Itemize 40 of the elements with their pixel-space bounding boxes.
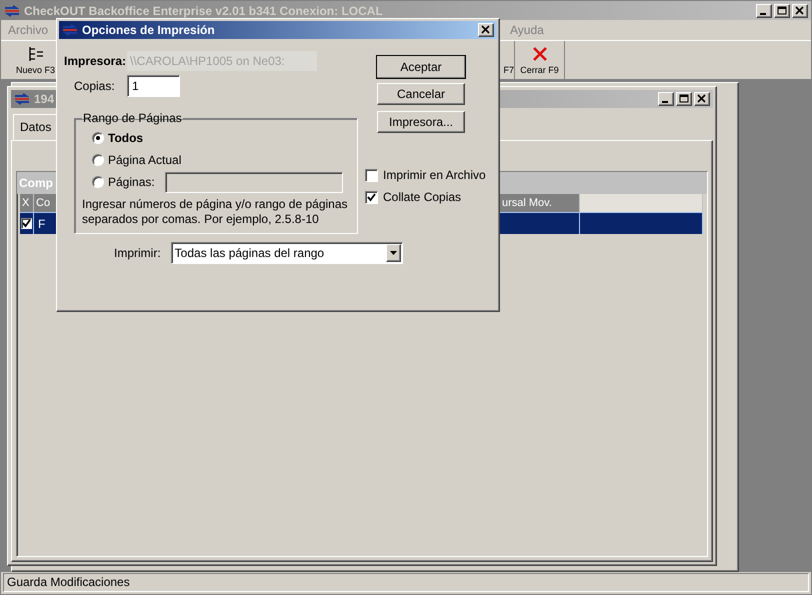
app-icon (62, 24, 78, 36)
tab[interactable]: Datos (13, 114, 58, 140)
print-label: Imprimir: (114, 246, 161, 260)
dialog-button[interactable]: Impresora... (377, 111, 465, 133)
printer-label: Impresora: (64, 54, 123, 68)
close-button[interactable] (792, 4, 808, 18)
print-select[interactable]: Todas las páginas del rango (170, 242, 403, 264)
status-bar: Guarda Modificaciones (3, 572, 809, 592)
child-window-title: 194 (34, 92, 54, 106)
maximize-button[interactable] (676, 92, 692, 106)
column-header[interactable]: ursal Mov. (500, 194, 580, 212)
checkbox-option[interactable]: Imprimir en Archivo (365, 164, 486, 186)
close-button[interactable] (694, 92, 710, 106)
copies-field[interactable]: 1 (127, 75, 180, 97)
radio-option[interactable]: Páginas: (92, 171, 349, 193)
checkmark-icon (367, 192, 376, 202)
printer-name: \\CAROLA\HP1005 on Ne03: (127, 51, 317, 71)
radio-option[interactable]: Todos (92, 127, 349, 149)
checkmark-icon (22, 219, 31, 228)
maximize-button[interactable] (774, 4, 790, 18)
group-title: Rango de Páginas (82, 111, 183, 125)
radio-option[interactable]: Página Actual (92, 149, 349, 171)
column-header[interactable]: X (20, 194, 34, 212)
checkbox-option[interactable]: Collate Copias (365, 186, 486, 208)
checkbox[interactable] (21, 218, 32, 229)
app-icon (4, 4, 20, 16)
toolbar-button[interactable]: Cerrar F9 (515, 41, 565, 79)
grid-title: Comp (19, 176, 53, 190)
minimize-button[interactable] (658, 92, 674, 106)
dialog-button[interactable]: Cancelar (377, 83, 465, 105)
app-icon (14, 93, 30, 105)
dialog-title: Opciones de Impresión (82, 23, 215, 37)
window-title: CheckOUT Backoffice Enterprise v2.01 b341 Conexion: LOCAL (24, 4, 383, 18)
list-icon (26, 46, 44, 62)
copies-label: Copias: (74, 79, 116, 93)
minimize-button[interactable] (756, 4, 772, 18)
dialog-button[interactable]: Aceptar (376, 55, 466, 79)
pages-field[interactable] (164, 172, 343, 192)
close-button[interactable] (478, 23, 494, 37)
close-icon (532, 46, 548, 62)
